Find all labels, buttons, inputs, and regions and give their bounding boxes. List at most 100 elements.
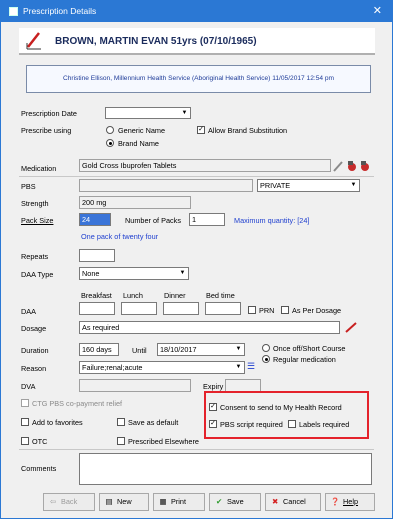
pen-icon <box>26 32 41 50</box>
check-icon: ✔ <box>215 497 223 506</box>
duration-label: Duration <box>21 346 49 355</box>
pbs-label: PBS <box>21 182 36 191</box>
pbs-script-required-label: PBS script required <box>220 420 283 429</box>
list-icon[interactable]: ☰ <box>247 361 255 372</box>
otc-checkbox[interactable] <box>21 437 29 445</box>
save-as-default-label: Save as default <box>128 418 179 427</box>
pack-size-label: Pack Size <box>21 216 54 225</box>
reason-select[interactable]: Failure;renal;acute ▼ <box>79 361 245 374</box>
prescriber-info: Christine Ellison, Millennium Health Ser… <box>26 65 371 93</box>
once-off-radio[interactable] <box>262 344 270 352</box>
daa-type-select[interactable]: None ▼ <box>79 267 189 280</box>
ctg-label: CTG PBS co-payment relief <box>32 399 123 408</box>
comments-label: Comments <box>21 464 57 473</box>
daa-dinner-field[interactable] <box>163 302 199 315</box>
prn-checkbox[interactable] <box>248 306 256 314</box>
prescribed-elsewhere-checkbox[interactable] <box>117 437 125 445</box>
prescription-date-field[interactable]: ▼ <box>105 107 191 119</box>
print-button[interactable]: ▦ Print <box>153 493 205 511</box>
duration-field[interactable]: 160 days <box>79 343 119 356</box>
prescribed-elsewhere-label: Prescribed Elsewhere <box>128 437 199 446</box>
cancel-button[interactable]: ✖ Cancel <box>265 493 321 511</box>
daa-label: DAA <box>21 307 37 316</box>
medication-label: Medication <box>21 164 57 173</box>
close-button[interactable]: ✕ <box>373 4 382 17</box>
chevron-down-icon[interactable]: ▼ <box>348 180 359 191</box>
app-icon <box>9 7 18 16</box>
add-to-favorites-checkbox[interactable] <box>21 418 29 426</box>
comments-field[interactable] <box>79 453 372 485</box>
brand-name-radio[interactable] <box>106 139 114 147</box>
printer-icon: ▦ <box>159 497 167 506</box>
strength-field[interactable]: 200 mg <box>79 196 191 209</box>
window-title: Prescription Details <box>23 6 97 16</box>
highlight-box <box>204 391 369 439</box>
dosage-pen-icon[interactable] <box>344 320 358 334</box>
repeats-label: Repeats <box>21 252 49 261</box>
prescription-date-label: Prescription Date <box>21 109 77 118</box>
number-of-packs-label: Number of Packs <box>125 216 181 225</box>
chevron-down-icon[interactable]: ▼ <box>177 268 188 279</box>
pack-description-text: One pack of twenty four <box>81 232 159 241</box>
allow-brand-substitution-checkbox[interactable]: ✓ <box>197 126 205 134</box>
ctg-checkbox[interactable] <box>21 399 29 407</box>
medication-tools[interactable] <box>332 159 372 173</box>
number-of-packs-field[interactable]: 1 <box>189 213 225 226</box>
new-button[interactable]: ▤ New <box>99 493 149 511</box>
generic-name-label: Generic Name <box>118 126 166 135</box>
patient-header: BROWN, MARTIN EVAN 51yrs (07/10/1965) <box>19 28 375 55</box>
medication-field[interactable]: Gold Cross Ibuprofen Tablets <box>79 159 331 172</box>
until-label: Until <box>132 346 147 355</box>
dva-label: DVA <box>21 382 36 391</box>
generic-name-radio[interactable] <box>106 126 114 134</box>
bed-time-label: Bed time <box>206 291 235 300</box>
pencil-icon <box>333 161 343 172</box>
back-button[interactable]: ⇦ Back <box>43 493 95 511</box>
chevron-down-icon[interactable]: ▼ <box>233 344 244 355</box>
consent-mhr-label: Consent to send to My Health Record <box>220 403 342 412</box>
new-document-icon: ▤ <box>105 497 113 506</box>
chevron-down-icon[interactable]: ▼ <box>233 362 244 373</box>
as-per-dosage-checkbox[interactable] <box>281 306 289 314</box>
strength-label: Strength <box>21 199 49 208</box>
prescribe-using-label: Prescribe using <box>21 126 72 135</box>
add-to-favorites-label: Add to favorites <box>32 418 83 427</box>
save-button[interactable]: ✔ Save <box>209 493 261 511</box>
pbs-script-required-checkbox[interactable]: ✓ <box>209 420 217 428</box>
daa-type-label: DAA Type <box>21 270 54 279</box>
save-as-default-checkbox[interactable] <box>117 418 125 426</box>
dva-field[interactable] <box>79 379 191 392</box>
otc-label: OTC <box>32 437 48 446</box>
divider <box>19 176 374 177</box>
title-bar: Prescription Details ✕ <box>1 1 392 22</box>
labels-required-checkbox[interactable] <box>288 420 296 428</box>
header-divider <box>19 53 375 55</box>
chevron-down-icon[interactable]: ▼ <box>179 108 190 118</box>
consent-mhr-checkbox[interactable]: ✓ <box>209 403 217 411</box>
reason-label: Reason <box>21 364 47 373</box>
breakfast-label: Breakfast <box>81 291 112 300</box>
as-per-dosage-label: As Per Dosage <box>292 306 342 315</box>
back-arrow-icon: ⇦ <box>49 497 57 506</box>
help-icon: ❓ <box>330 497 340 506</box>
daa-lunch-field[interactable] <box>121 302 157 315</box>
help-button[interactable]: ❓ Help <box>325 493 375 511</box>
pbs-field[interactable] <box>79 179 253 192</box>
drug-info-icon <box>348 161 356 171</box>
expiry-label: Expiry <box>203 382 224 391</box>
prescription-details-window: Prescription Details ✕ BROWN, MARTIN EVA… <box>0 0 393 519</box>
pbs-type-select[interactable]: PRIVATE ▼ <box>257 179 360 192</box>
dosage-field[interactable]: As required <box>79 321 340 334</box>
until-date-field[interactable]: 18/10/2017 ▼ <box>157 343 245 356</box>
regular-medication-radio[interactable] <box>262 355 270 363</box>
dinner-label: Dinner <box>164 291 186 300</box>
once-off-label: Once off/Short Course <box>273 344 346 353</box>
brand-name-label: Brand Name <box>118 139 159 148</box>
prn-label: PRN <box>259 306 275 315</box>
pack-size-field[interactable]: 24 <box>79 213 111 226</box>
cancel-x-icon: ✖ <box>271 497 279 506</box>
daa-bed-time-field[interactable] <box>205 302 241 315</box>
divider <box>19 449 374 450</box>
repeats-field[interactable] <box>79 249 115 262</box>
daa-breakfast-field[interactable] <box>79 302 115 315</box>
